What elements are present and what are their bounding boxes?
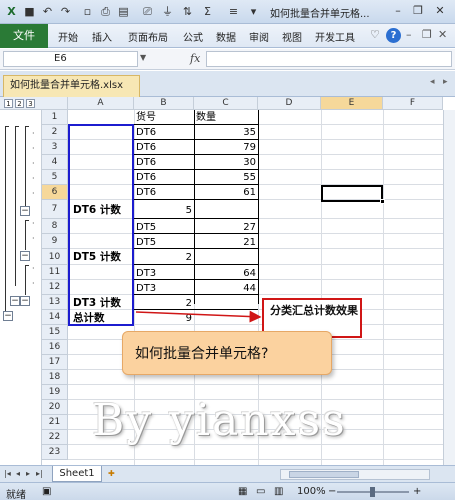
- zoom-in-button[interactable]: +: [413, 486, 421, 497]
- normal-view-icon[interactable]: ▦: [238, 486, 247, 497]
- zoom-level[interactable]: 100%: [297, 486, 326, 497]
- page-layout-view-icon[interactable]: ▭: [256, 486, 265, 497]
- next-sheet-icon[interactable]: ▸: [26, 469, 30, 478]
- merge-cells-callout: 如何批量合并单元格?: [122, 331, 332, 375]
- horizontal-scrollbar[interactable]: [280, 469, 430, 480]
- last-sheet-icon[interactable]: ▸|: [36, 469, 43, 478]
- sheet-tab-bar: |◂ ◂ ▸ ▸| Sheet1 ✚: [0, 465, 455, 482]
- first-sheet-icon[interactable]: |◂: [4, 469, 11, 478]
- macro-record-icon[interactable]: ▣: [42, 486, 51, 497]
- zoom-out-button[interactable]: −: [328, 486, 336, 497]
- status-bar: 就绪 ▣ ▦ ▭ ▥ 100% − +: [0, 482, 455, 500]
- status-ready: 就绪: [6, 490, 26, 500]
- insert-sheet-icon[interactable]: ✚: [108, 469, 115, 478]
- horizontal-scroll-thumb[interactable]: [289, 471, 359, 478]
- zoom-slider-thumb[interactable]: [370, 487, 375, 497]
- prev-sheet-icon[interactable]: ◂: [16, 469, 20, 478]
- page-break-view-icon[interactable]: ▥: [274, 486, 283, 497]
- vertical-scrollbar[interactable]: [443, 110, 455, 465]
- sheet-tab-sheet1[interactable]: Sheet1: [52, 466, 102, 482]
- watermark: By yianxss: [92, 395, 347, 446]
